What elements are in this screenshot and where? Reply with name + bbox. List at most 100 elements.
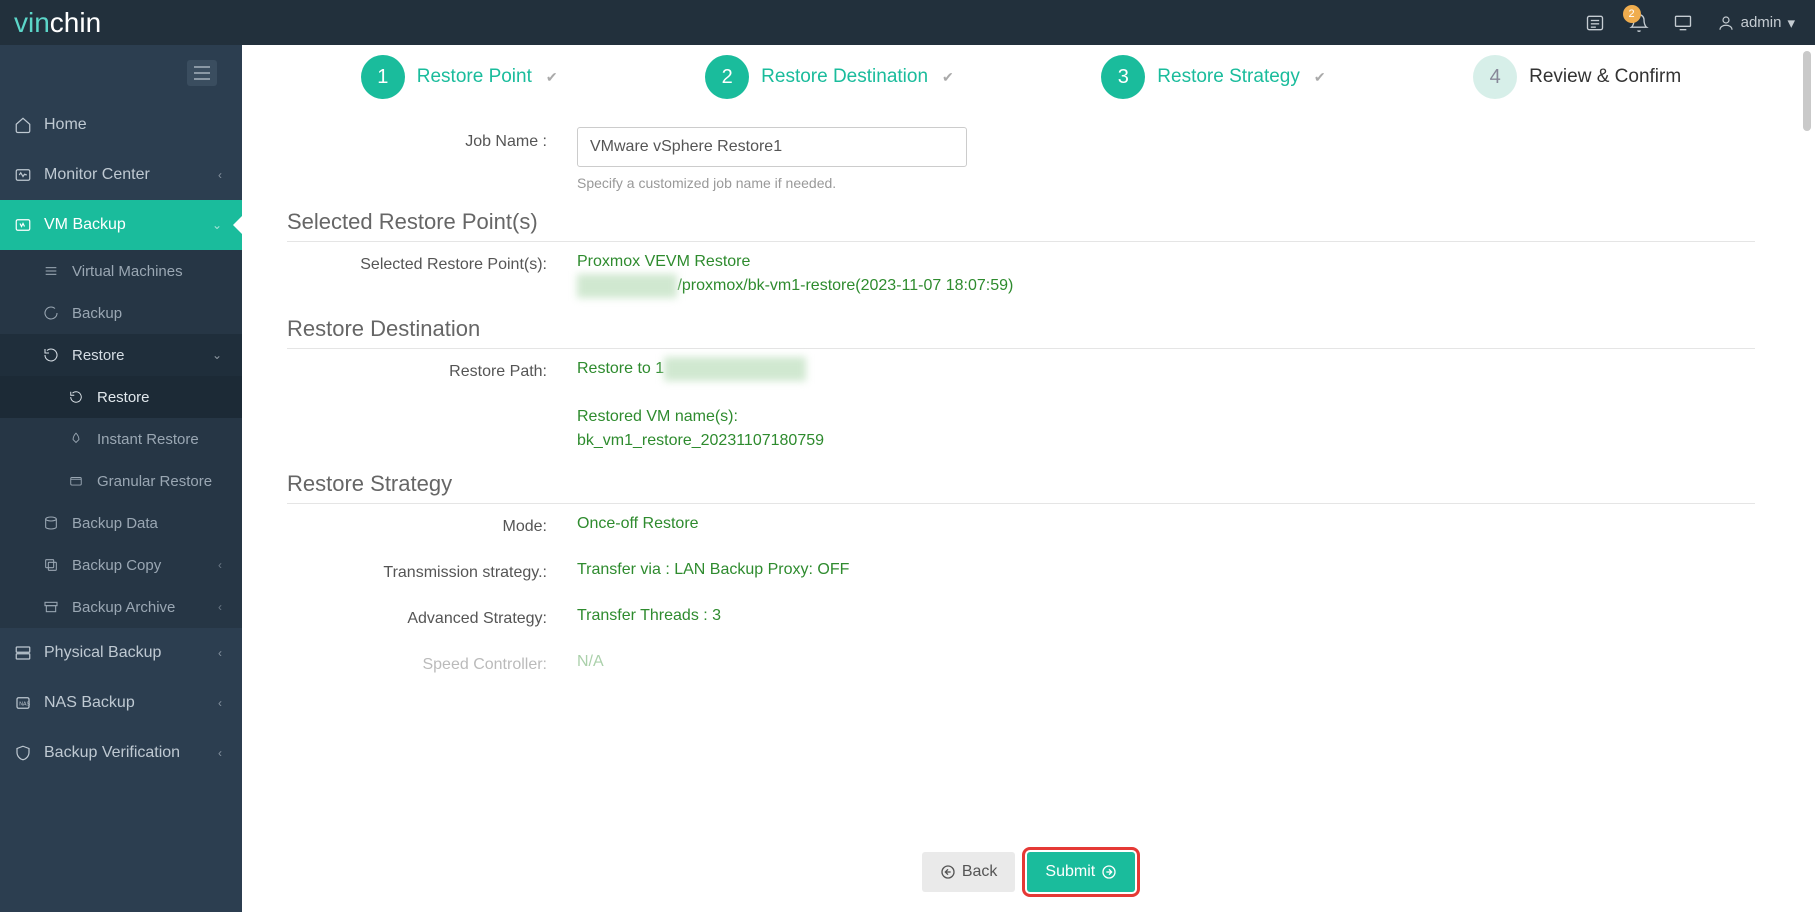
restore-point-row: Selected Restore Point(s): Proxmox VEVM … [287, 250, 1755, 298]
restore-point-value-1: Proxmox VEVM Restore [577, 250, 1755, 274]
sidebar-item-home[interactable]: Home [0, 100, 242, 150]
transmission-value: Transfer via : LAN Backup Proxy: OFF [577, 558, 1755, 582]
masked-text: xx xxxxxx xx xxxxxx [664, 357, 805, 381]
mode-value: Once-off Restore [577, 512, 1755, 536]
sidebar-item-physical-backup[interactable]: Physical Backup ‹ [0, 628, 242, 678]
sidebar-item-label: Backup Data [72, 515, 158, 532]
step-restore-destination[interactable]: 2 Restore Destination ✔ [705, 55, 954, 99]
sidebar-item-label: Physical Backup [44, 644, 161, 662]
section-title-destination: Restore Destination [287, 316, 1755, 349]
restore-point-value-2: xxxxx xxxxxxx/proxmox/bk-vm1-restore(202… [577, 274, 1755, 298]
chevron-left-icon: ‹ [218, 696, 222, 710]
restore-icon [40, 347, 62, 363]
step-number: 2 [705, 55, 749, 99]
sidebar-item-vm-backup[interactable]: VM Backup ⌄ [0, 200, 242, 250]
back-button[interactable]: Back [922, 852, 1016, 892]
job-name-row: Job Name : Specify a customized job name… [287, 127, 1755, 191]
sidebar-item-monitor[interactable]: Monitor Center ‹ [0, 150, 242, 200]
mode-row: Mode: Once-off Restore [287, 512, 1755, 536]
database-icon [40, 515, 62, 531]
sidebar-item-label: Instant Restore [97, 431, 199, 448]
svg-text:NAS: NAS [19, 701, 30, 707]
chevron-left-icon: ‹ [218, 600, 222, 614]
step-restore-point[interactable]: 1 Restore Point ✔ [361, 55, 558, 99]
user-menu[interactable]: admin ▾ [1717, 14, 1795, 32]
archive-icon [40, 599, 62, 615]
brand-logo: vinchin [10, 7, 101, 39]
restore-path-row: Restore Path: Restore to 1xx xxxxxx xx x… [287, 357, 1755, 453]
sidebar-toggle[interactable] [0, 45, 242, 100]
step-restore-strategy[interactable]: 3 Restore Strategy ✔ [1101, 55, 1325, 99]
scroll-area[interactable]: 1 Restore Point ✔ 2 Restore Destination … [242, 45, 1795, 832]
check-icon: ✔ [1314, 69, 1326, 86]
sidebar-submenu-vm-backup: Virtual Machines Backup Restore ⌄ Restor… [0, 250, 242, 628]
wizard-footer: Back Submit [242, 832, 1815, 912]
sidebar-item-label: Backup [72, 305, 122, 322]
sidebar-item-label: VM Backup [44, 216, 126, 234]
sidebar-item-restore-sub[interactable]: Restore [0, 376, 242, 418]
restore-path-prefix: Restore to 1 [577, 360, 664, 377]
list-icon[interactable] [1585, 13, 1605, 33]
bars-icon [40, 263, 62, 279]
step-review-confirm[interactable]: 4 Review & Confirm [1473, 55, 1681, 99]
home-icon [12, 116, 34, 134]
top-bar: vinchin 2 admin ▾ [0, 0, 1815, 45]
chevron-left-icon: ‹ [218, 168, 222, 182]
sidebar-item-virtual-machines[interactable]: Virtual Machines [0, 250, 242, 292]
step-label: Restore Point [417, 66, 532, 88]
main-content: 1 Restore Point ✔ 2 Restore Destination … [242, 45, 1815, 912]
copy-icon [40, 557, 62, 573]
sidebar-item-backup-archive[interactable]: Backup Archive ‹ [0, 586, 242, 628]
sidebar-item-instant-restore[interactable]: Instant Restore [0, 418, 242, 460]
transmission-label: Transmission strategy.: [287, 558, 577, 582]
submit-button-label: Submit [1045, 863, 1095, 881]
nas-icon: NAS [12, 694, 34, 712]
chevron-down-icon: ⌄ [212, 218, 222, 232]
sidebar-item-restore[interactable]: Restore ⌄ [0, 334, 242, 376]
sidebar-item-label: Virtual Machines [72, 263, 183, 280]
advanced-label: Advanced Strategy: [287, 604, 577, 628]
restored-vm-names-label: Restored VM name(s): [577, 405, 1755, 429]
sidebar-item-label: Home [44, 116, 87, 134]
step-number: 1 [361, 55, 405, 99]
sidebar-item-label: Backup Verification [44, 744, 180, 762]
section-title-restore-point: Selected Restore Point(s) [287, 209, 1755, 242]
sidebar-submenu-restore: Restore Instant Restore Granular Restore [0, 376, 242, 502]
speed-row: Speed Controller: N/A [287, 650, 1755, 674]
notification-icon[interactable]: 2 [1629, 13, 1649, 33]
mode-label: Mode: [287, 512, 577, 536]
sidebar-item-granular-restore[interactable]: Granular Restore [0, 460, 242, 502]
vm-icon [12, 216, 34, 234]
scrollbar[interactable] [1803, 51, 1811, 131]
restore-point-label: Selected Restore Point(s): [287, 250, 577, 274]
sidebar: Home Monitor Center ‹ VM Backup ⌄ Virtua… [0, 45, 242, 912]
speed-value: N/A [577, 650, 1755, 674]
submit-button[interactable]: Submit [1027, 852, 1135, 892]
wizard-steps: 1 Restore Point ✔ 2 Restore Destination … [287, 45, 1755, 127]
sidebar-item-label: Granular Restore [97, 473, 212, 490]
rocket-icon [65, 432, 87, 446]
topbar-actions: 2 admin ▾ [1585, 13, 1795, 33]
arrow-right-circle-icon [1101, 864, 1117, 880]
refresh-icon [40, 305, 62, 321]
sidebar-item-backup-copy[interactable]: Backup Copy ‹ [0, 544, 242, 586]
advanced-value: Transfer Threads : 3 [577, 604, 1755, 628]
restore-path-value: Restore to 1xx xxxxxx xx xxxxxx [577, 357, 1755, 381]
sidebar-item-label: Restore [97, 389, 150, 406]
pulse-icon [12, 166, 34, 184]
chevron-left-icon: ‹ [218, 646, 222, 660]
restore-path-label: Restore Path: [287, 357, 577, 381]
chevron-down-icon: ▾ [1787, 14, 1795, 32]
sidebar-item-label: Backup Copy [72, 557, 161, 574]
monitor-icon[interactable] [1673, 13, 1693, 33]
sidebar-item-backup-verification[interactable]: Backup Verification ‹ [0, 728, 242, 778]
check-icon: ✔ [942, 69, 954, 86]
step-label: Review & Confirm [1529, 66, 1681, 88]
arrow-left-circle-icon [940, 864, 956, 880]
back-button-label: Back [962, 863, 998, 881]
job-name-input[interactable] [577, 127, 967, 167]
sidebar-item-nas-backup[interactable]: NAS NAS Backup ‹ [0, 678, 242, 728]
sidebar-item-backup[interactable]: Backup [0, 292, 242, 334]
step-label: Restore Destination [761, 66, 928, 88]
sidebar-item-backup-data[interactable]: Backup Data [0, 502, 242, 544]
